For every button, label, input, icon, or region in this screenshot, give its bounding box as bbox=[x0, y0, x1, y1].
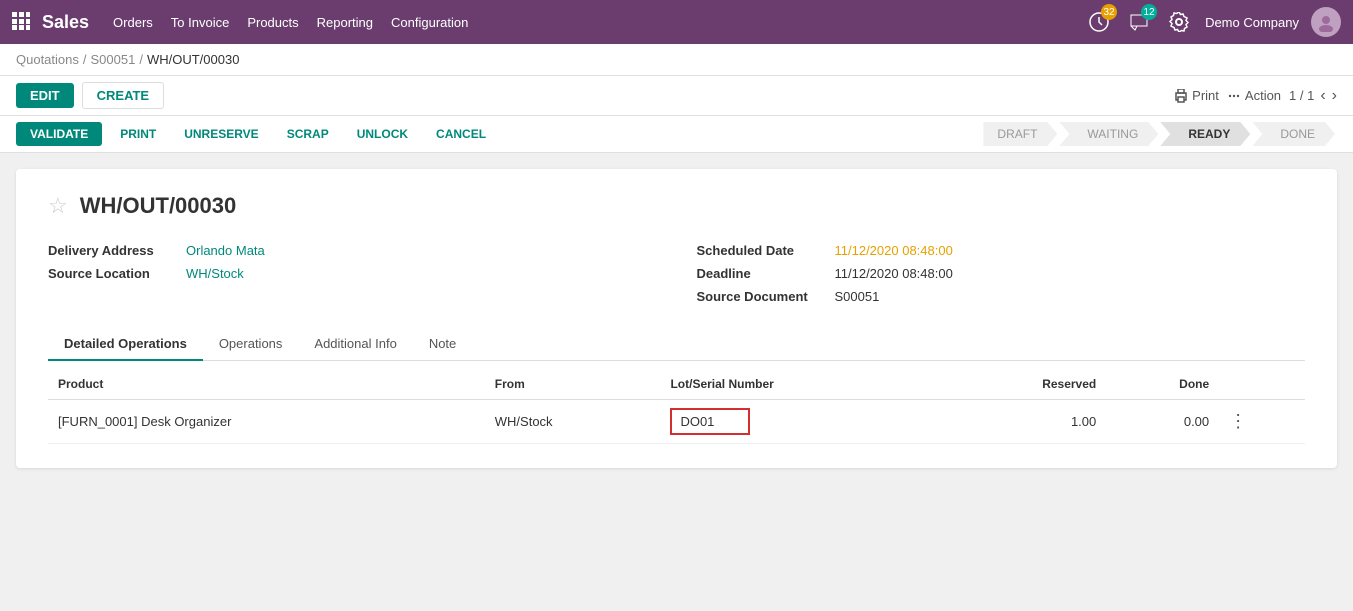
row-kebab-icon[interactable]: ⋮ bbox=[1229, 411, 1247, 431]
deadline-field: Deadline 11/12/2020 08:48:00 bbox=[697, 266, 1306, 281]
lot-serial-value[interactable]: DO01 bbox=[670, 408, 750, 435]
col-lot-serial: Lot/Serial Number bbox=[660, 369, 939, 400]
source-location-label: Source Location bbox=[48, 266, 178, 281]
col-actions-header bbox=[1219, 369, 1305, 400]
next-button[interactable]: › bbox=[1332, 87, 1337, 105]
cell-from: WH/Stock bbox=[485, 400, 661, 444]
form-title-row: ☆ WH/OUT/00030 bbox=[48, 193, 1305, 219]
chat-badge[interactable]: 12 bbox=[1125, 8, 1153, 36]
delivery-address-label: Delivery Address bbox=[48, 243, 178, 258]
source-doc-value: S00051 bbox=[835, 289, 880, 304]
nav-orders[interactable]: Orders bbox=[113, 15, 153, 30]
nav-configuration[interactable]: Configuration bbox=[391, 15, 468, 30]
tab-additional-info[interactable]: Additional Info bbox=[298, 328, 412, 361]
print-status-button[interactable]: PRINT bbox=[110, 122, 166, 146]
nav-to-invoice[interactable]: To Invoice bbox=[171, 15, 230, 30]
cell-product: [FURN_0001] Desk Organizer bbox=[48, 400, 485, 444]
tab-detailed-operations[interactable]: Detailed Operations bbox=[48, 328, 203, 361]
form-col-left: Delivery Address Orlando Mata Source Loc… bbox=[48, 243, 657, 304]
col-product: Product bbox=[48, 369, 485, 400]
form-title: WH/OUT/00030 bbox=[80, 193, 237, 219]
delivery-address-value[interactable]: Orlando Mata bbox=[186, 243, 265, 258]
step-waiting: WAITING bbox=[1059, 122, 1158, 146]
edit-button[interactable]: EDIT bbox=[16, 83, 74, 108]
breadcrumb: Quotations / S00051 / WH/OUT/00030 bbox=[0, 44, 1353, 76]
form-card: ☆ WH/OUT/00030 Delivery Address Orlando … bbox=[16, 169, 1337, 468]
pagination: 1 / 1 ‹ › bbox=[1289, 87, 1337, 105]
breadcrumb-current: WH/OUT/00030 bbox=[147, 52, 239, 67]
action-label: Action bbox=[1245, 88, 1281, 103]
chat-badge-count: 12 bbox=[1141, 4, 1157, 20]
source-location-value[interactable]: WH/Stock bbox=[186, 266, 244, 281]
delivery-address-field: Delivery Address Orlando Mata bbox=[48, 243, 657, 258]
scheduled-date-field: Scheduled Date 11/12/2020 08:48:00 bbox=[697, 243, 1306, 258]
clock-badge[interactable]: 32 bbox=[1085, 8, 1113, 36]
favorite-star-icon[interactable]: ☆ bbox=[48, 193, 68, 219]
breadcrumb-s00051[interactable]: S00051 bbox=[91, 52, 136, 67]
navbar-right: 32 12 Demo Company bbox=[1085, 7, 1341, 37]
deadline-value: 11/12/2020 08:48:00 bbox=[835, 266, 953, 281]
form-col-right: Scheduled Date 11/12/2020 08:48:00 Deadl… bbox=[697, 243, 1306, 304]
table-row: [FURN_0001] Desk Organizer WH/Stock DO01… bbox=[48, 400, 1305, 444]
status-steps: DRAFT WAITING READY DONE bbox=[983, 122, 1337, 146]
cell-done: 0.00 bbox=[1106, 400, 1219, 444]
prev-button[interactable]: ‹ bbox=[1320, 87, 1325, 105]
cell-lot-serial[interactable]: DO01 bbox=[660, 400, 939, 444]
action-bar: EDIT CREATE Print Action 1 / 1 ‹ › bbox=[0, 76, 1353, 116]
status-bar: VALIDATE PRINT UNRESERVE SCRAP UNLOCK CA… bbox=[0, 116, 1353, 153]
step-done: DONE bbox=[1252, 122, 1335, 146]
deadline-label: Deadline bbox=[697, 266, 827, 281]
form-fields: Delivery Address Orlando Mata Source Loc… bbox=[48, 243, 1305, 304]
scheduled-date-label: Scheduled Date bbox=[697, 243, 827, 258]
print-button[interactable]: Print bbox=[1174, 88, 1219, 103]
col-reserved: Reserved bbox=[939, 369, 1106, 400]
tab-operations[interactable]: Operations bbox=[203, 328, 299, 361]
tab-note[interactable]: Note bbox=[413, 328, 472, 361]
source-doc-field: Source Document S00051 bbox=[697, 289, 1306, 304]
unlock-button[interactable]: UNLOCK bbox=[347, 122, 418, 146]
company-name: Demo Company bbox=[1205, 15, 1299, 30]
cancel-button[interactable]: CANCEL bbox=[426, 122, 496, 146]
clock-badge-count: 32 bbox=[1101, 4, 1117, 20]
cell-reserved: 1.00 bbox=[939, 400, 1106, 444]
operations-table: Product From Lot/Serial Number Reserved … bbox=[48, 369, 1305, 444]
step-draft: DRAFT bbox=[983, 122, 1057, 146]
action-button[interactable]: Action bbox=[1227, 88, 1281, 103]
grid-icon[interactable] bbox=[12, 12, 30, 33]
col-from: From bbox=[485, 369, 661, 400]
cell-kebab[interactable]: ⋮ bbox=[1219, 400, 1305, 444]
unreserve-button[interactable]: UNRESERVE bbox=[174, 122, 268, 146]
navbar: Sales Orders To Invoice Products Reporti… bbox=[0, 0, 1353, 44]
scrap-button[interactable]: SCRAP bbox=[277, 122, 339, 146]
create-button[interactable]: CREATE bbox=[82, 82, 164, 109]
source-location-field: Source Location WH/Stock bbox=[48, 266, 657, 281]
print-label: Print bbox=[1192, 88, 1219, 103]
step-ready: READY bbox=[1160, 122, 1250, 146]
app-brand[interactable]: Sales bbox=[42, 12, 89, 33]
nav-reporting[interactable]: Reporting bbox=[317, 15, 373, 30]
breadcrumb-quotations[interactable]: Quotations bbox=[16, 52, 79, 67]
avatar[interactable] bbox=[1311, 7, 1341, 37]
validate-button[interactable]: VALIDATE bbox=[16, 122, 102, 146]
scheduled-date-value: 11/12/2020 08:48:00 bbox=[835, 243, 953, 258]
main-content: ☆ WH/OUT/00030 Delivery Address Orlando … bbox=[0, 153, 1353, 484]
source-doc-label: Source Document bbox=[697, 289, 827, 304]
navbar-menu: Orders To Invoice Products Reporting Con… bbox=[113, 15, 1085, 30]
nav-products[interactable]: Products bbox=[247, 15, 298, 30]
pagination-count: 1 / 1 bbox=[1289, 88, 1314, 103]
col-done: Done bbox=[1106, 369, 1219, 400]
tabs: Detailed Operations Operations Additiona… bbox=[48, 328, 1305, 361]
settings-icon[interactable] bbox=[1165, 8, 1193, 36]
